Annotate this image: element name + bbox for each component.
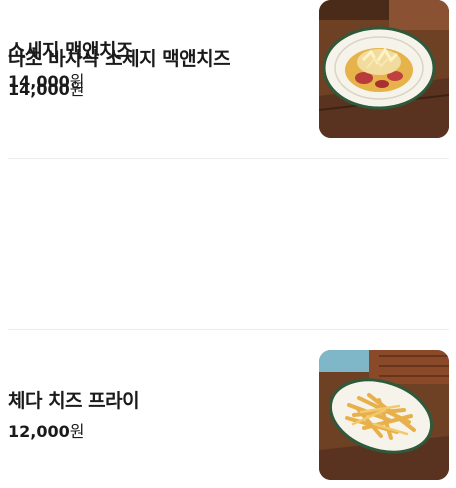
cheese-fries-photo-icon xyxy=(319,350,449,480)
menu-item-info: 체다 치즈 프라이 12,000원 xyxy=(8,350,304,480)
menu-item-photo xyxy=(319,350,449,480)
menu-item-sausage-mac-and-cheese[interactable]: 소세지 맥앤치즈 14,000원 xyxy=(0,0,456,130)
divider xyxy=(8,329,449,330)
menu-item-photo xyxy=(319,0,449,130)
menu-item-name: 체다 치즈 프라이 xyxy=(8,389,140,412)
menu-item-price: 12,000원 xyxy=(8,421,304,443)
menu-item-cheddar-cheese-fries[interactable]: 체다 치즈 프라이 12,000원 xyxy=(0,350,456,480)
divider xyxy=(8,158,449,159)
mac-and-cheese-photo-icon xyxy=(319,0,449,130)
menu-item-price: 14,000원 xyxy=(8,71,304,93)
menu-item-info: 소세지 맥앤치즈 14,000원 xyxy=(8,0,304,130)
price-value: 12,000 xyxy=(8,421,70,441)
price-value: 14,000 xyxy=(8,71,70,91)
price-currency: 원 xyxy=(69,71,85,91)
menu-item-name: 소세지 맥앤치즈 xyxy=(8,39,133,62)
menu-list: 나초 바사삭 소세지 맥앤치즈 14,000원 체다 치즈 프라이 12,000… xyxy=(0,0,456,488)
price-currency: 원 xyxy=(69,421,85,441)
